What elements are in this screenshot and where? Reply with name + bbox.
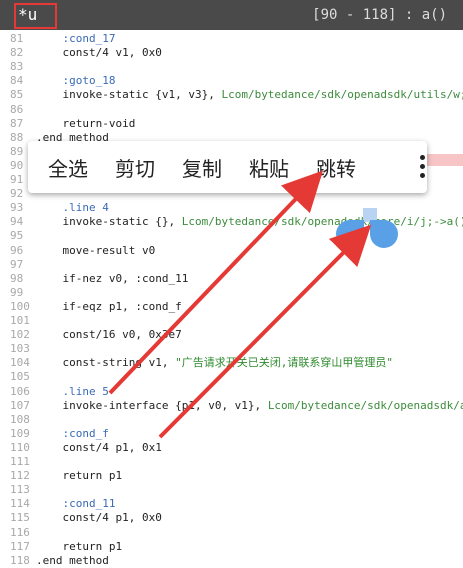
line-number: 118: [10, 553, 30, 567]
arrow-to-jump: [108, 170, 324, 395]
code-line: 118 .end method: [0, 554, 463, 568]
annotation-arrows: [108, 170, 372, 439]
code-text: .end method: [36, 553, 109, 567]
arrow-to-method: [158, 224, 372, 439]
